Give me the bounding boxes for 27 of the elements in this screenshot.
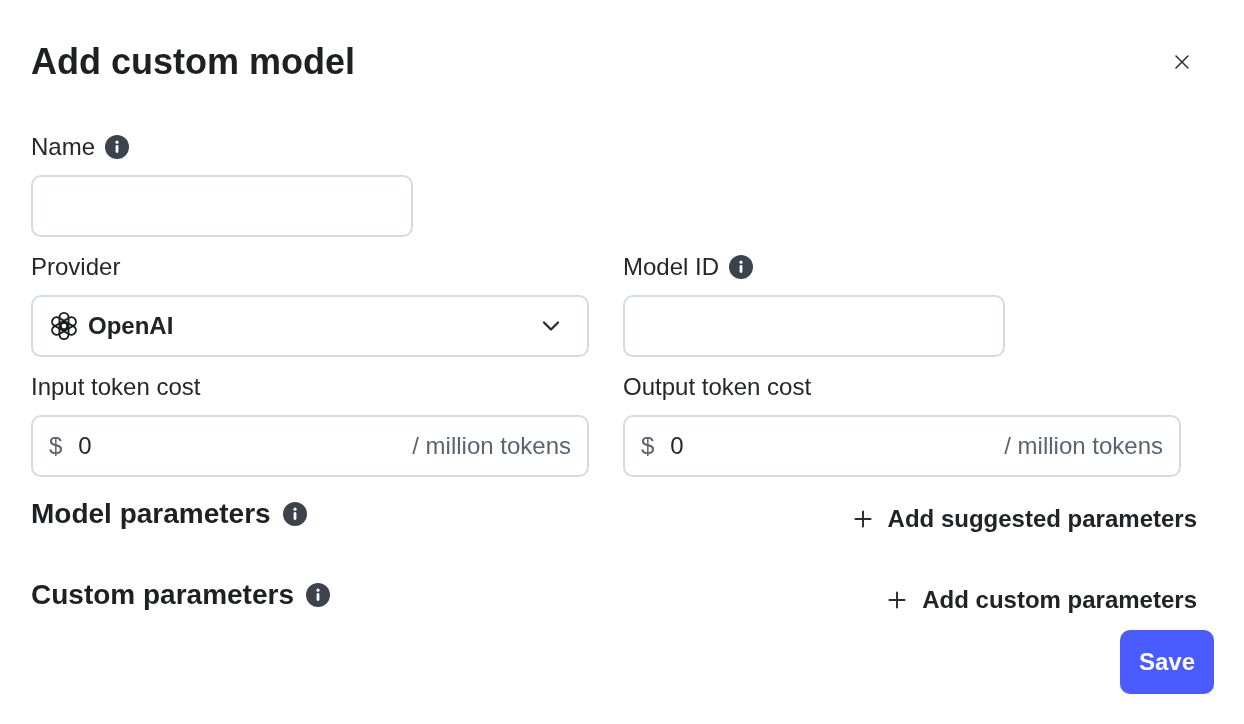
save-button[interactable]: Save [1120, 630, 1214, 694]
flower-logo-icon [48, 310, 80, 342]
field-label: Model ID [623, 252, 720, 282]
currency-symbol: $ [641, 431, 655, 461]
value-input[interactable]: 0 [670, 428, 989, 464]
currency-symbol: $ [49, 431, 63, 461]
cost-input-field[interactable]: $ 0 / million tokens [623, 415, 1181, 477]
add-parameters-button[interactable]: Add custom parameters [884, 584, 1197, 616]
cost-input-field[interactable]: $ 0 / million tokens [31, 415, 589, 477]
unit-label: / million tokens [412, 431, 571, 461]
provider-select[interactable]: OpenAI [31, 295, 589, 357]
info-icon[interactable] [105, 135, 130, 159]
add-parameters-button[interactable]: Add suggested parameters [849, 503, 1197, 535]
text-input-field[interactable] [623, 295, 1005, 357]
unit-label: / million tokens [1004, 431, 1163, 461]
field-label: Provider [31, 252, 121, 282]
field-label: Input token cost [31, 372, 201, 402]
info-icon[interactable] [729, 255, 754, 279]
text-input-field[interactable] [31, 175, 413, 237]
section-title: Custom parameters [31, 579, 294, 611]
value-input[interactable]: 0 [78, 428, 397, 464]
dialog-title: Add custom model [31, 40, 356, 84]
field-label: Output token cost [623, 372, 812, 402]
info-icon[interactable] [306, 583, 330, 607]
info-icon[interactable] [282, 502, 307, 526]
field-label: Name [31, 132, 96, 162]
section-title: Model parameters [31, 498, 271, 530]
